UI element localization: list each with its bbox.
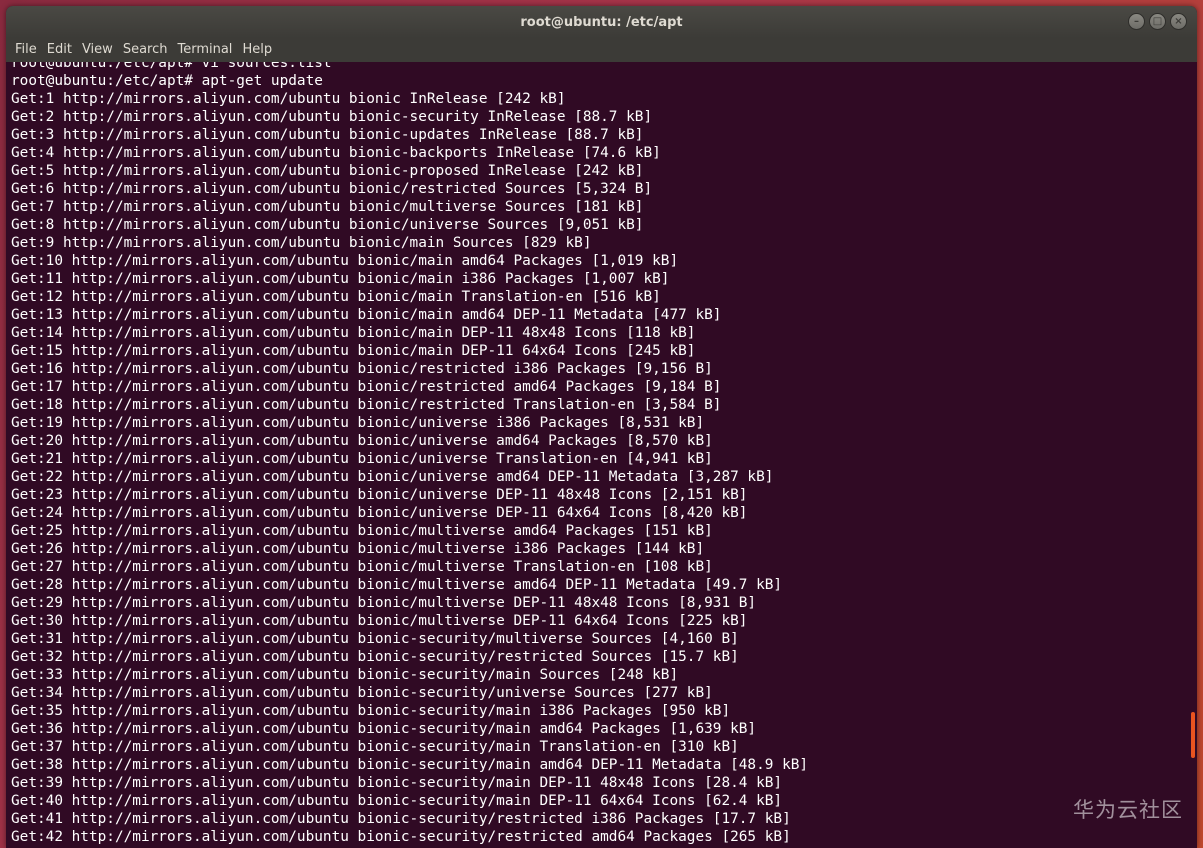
terminal-line: Get:35 http://mirrors.aliyun.com/ubuntu … [11, 703, 731, 719]
terminal-line: Get:2 http://mirrors.aliyun.com/ubuntu b… [11, 109, 653, 125]
terminal-line: Get:6 http://mirrors.aliyun.com/ubuntu b… [11, 181, 653, 197]
terminal-line: Get:42 http://mirrors.aliyun.com/ubuntu … [11, 829, 791, 845]
maximize-button[interactable]: □ [1149, 13, 1166, 30]
terminal-line: Get:11 http://mirrors.aliyun.com/ubuntu … [11, 271, 670, 287]
minimize-icon: – [1134, 15, 1139, 27]
terminal-line: Get:28 http://mirrors.aliyun.com/ubuntu … [11, 577, 783, 593]
maximize-icon: □ [1152, 15, 1163, 27]
terminal-line: Get:1 http://mirrors.aliyun.com/ubuntu b… [11, 91, 566, 107]
terminal-line: Get:25 http://mirrors.aliyun.com/ubuntu … [11, 523, 713, 539]
terminal-line: Get:39 http://mirrors.aliyun.com/ubuntu … [11, 775, 783, 791]
terminal-line: Get:12 http://mirrors.aliyun.com/ubuntu … [11, 289, 661, 305]
window-controls: – □ × [1128, 13, 1187, 30]
terminal-line: Get:8 http://mirrors.aliyun.com/ubuntu b… [11, 217, 644, 233]
terminal-line: Get:5 http://mirrors.aliyun.com/ubuntu b… [11, 163, 644, 179]
terminal-line: Get:26 http://mirrors.aliyun.com/ubuntu … [11, 541, 705, 557]
terminal-line: Get:4 http://mirrors.aliyun.com/ubuntu b… [11, 145, 661, 161]
terminal-line: Get:7 http://mirrors.aliyun.com/ubuntu b… [11, 199, 644, 215]
menu-view[interactable]: View [77, 38, 118, 62]
terminal-line: root@ubuntu:/etc/apt# apt-get update [11, 73, 323, 89]
desktop: root@ubuntu: /etc/apt – □ × File Edit Vi… [0, 0, 1203, 848]
scrollbar[interactable] [1185, 62, 1197, 848]
terminal-line: Get:13 http://mirrors.aliyun.com/ubuntu … [11, 307, 722, 323]
terminal-line: Get:30 http://mirrors.aliyun.com/ubuntu … [11, 613, 748, 629]
terminal-line: Get:36 http://mirrors.aliyun.com/ubuntu … [11, 721, 757, 737]
terminal-line: Get:29 http://mirrors.aliyun.com/ubuntu … [11, 595, 757, 611]
minimize-button[interactable]: – [1128, 13, 1145, 30]
terminal-line: Get:15 http://mirrors.aliyun.com/ubuntu … [11, 343, 696, 359]
menu-help[interactable]: Help [237, 38, 277, 62]
close-button[interactable]: × [1170, 13, 1187, 30]
watermark: 华为云社区 [1073, 798, 1183, 822]
menu-search[interactable]: Search [118, 38, 173, 62]
terminal-line: Get:31 http://mirrors.aliyun.com/ubuntu … [11, 631, 739, 647]
terminal-line: Get:34 http://mirrors.aliyun.com/ubuntu … [11, 685, 713, 701]
terminal-line: Get:16 http://mirrors.aliyun.com/ubuntu … [11, 361, 713, 377]
terminal-line: Get:9 http://mirrors.aliyun.com/ubuntu b… [11, 235, 592, 251]
scrollbar-thumb[interactable] [1191, 712, 1195, 758]
terminal-line: Get:10 http://mirrors.aliyun.com/ubuntu … [11, 253, 679, 269]
title-bar[interactable]: root@ubuntu: /etc/apt – □ × [6, 6, 1197, 38]
terminal-line: Get:38 http://mirrors.aliyun.com/ubuntu … [11, 757, 809, 773]
terminal-line: Get:22 http://mirrors.aliyun.com/ubuntu … [11, 469, 774, 485]
terminal-line: Get:37 http://mirrors.aliyun.com/ubuntu … [11, 739, 739, 755]
terminal-line: Get:24 http://mirrors.aliyun.com/ubuntu … [11, 505, 748, 521]
window-title: root@ubuntu: /etc/apt [520, 14, 683, 30]
terminal-line: Get:20 http://mirrors.aliyun.com/ubuntu … [11, 433, 713, 449]
terminal-line: Get:3 http://mirrors.aliyun.com/ubuntu b… [11, 127, 644, 143]
menu-file[interactable]: File [10, 38, 42, 62]
terminal-window: root@ubuntu: /etc/apt – □ × File Edit Vi… [6, 6, 1197, 848]
menu-edit[interactable]: Edit [42, 38, 77, 62]
terminal-output[interactable]: root@ubuntu:/etc/apt# vi sources.list roo… [6, 62, 1185, 848]
terminal-line: Get:33 http://mirrors.aliyun.com/ubuntu … [11, 667, 679, 683]
terminal-line: Get:32 http://mirrors.aliyun.com/ubuntu … [11, 649, 739, 665]
terminal-line: Get:18 http://mirrors.aliyun.com/ubuntu … [11, 397, 722, 413]
terminal-lines: root@ubuntu:/etc/apt# vi sources.list roo… [11, 62, 808, 846]
terminal-line: Get:17 http://mirrors.aliyun.com/ubuntu … [11, 379, 722, 395]
terminal-line: Get:14 http://mirrors.aliyun.com/ubuntu … [11, 325, 696, 341]
terminal-line: Get:41 http://mirrors.aliyun.com/ubuntu … [11, 811, 791, 827]
terminal-line: root@ubuntu:/etc/apt# vi sources.list [11, 62, 332, 71]
terminal-line: Get:40 http://mirrors.aliyun.com/ubuntu … [11, 793, 783, 809]
terminal-line: Get:23 http://mirrors.aliyun.com/ubuntu … [11, 487, 748, 503]
terminal-line: Get:19 http://mirrors.aliyun.com/ubuntu … [11, 415, 705, 431]
terminal-line: Get:21 http://mirrors.aliyun.com/ubuntu … [11, 451, 713, 467]
menu-terminal[interactable]: Terminal [172, 38, 237, 62]
close-icon: × [1174, 15, 1183, 27]
terminal-line: Get:27 http://mirrors.aliyun.com/ubuntu … [11, 559, 713, 575]
menu-bar: File Edit View Search Terminal Help [6, 38, 1197, 62]
